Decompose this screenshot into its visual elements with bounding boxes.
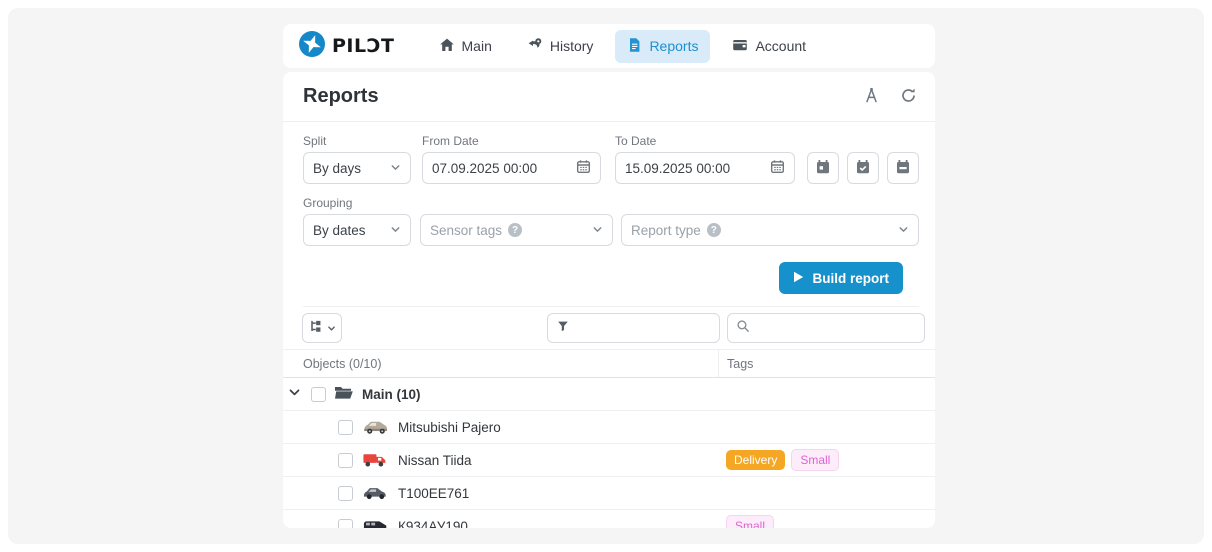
to-date-field: To Date — [615, 134, 795, 184]
row-checkbox[interactable] — [338, 519, 353, 529]
split-label: Split — [303, 134, 411, 148]
sensor-tags-select[interactable]: Sensor tags? — [420, 214, 613, 246]
tag-badge: Small — [791, 449, 839, 470]
objects-tree: Main (10) Mitsubishi Pajero Nissan Tiida… — [283, 378, 935, 528]
nav-item-account[interactable]: Account — [720, 30, 818, 63]
chevron-down-icon — [390, 161, 401, 176]
folder-label: Main (10) — [362, 387, 421, 402]
suv-vehicle-icon — [362, 419, 389, 435]
tags-column-header: Tags — [718, 350, 935, 377]
split-select[interactable]: By days — [303, 152, 411, 184]
report-type-placeholder: Report type — [631, 223, 701, 238]
objects-column-header: Objects (0/10) — [283, 357, 718, 371]
build-report-label: Build report — [813, 271, 890, 286]
to-date-label: To Date — [615, 134, 795, 148]
object-label: Mitsubishi Pajero — [398, 420, 501, 435]
report-type-select[interactable]: Report type? — [621, 214, 919, 246]
tree-hierarchy-icon — [309, 319, 324, 337]
play-icon — [793, 271, 804, 286]
table-row-object[interactable]: T100EE761 — [283, 477, 935, 510]
calendar-check-icon — [855, 159, 871, 178]
tools-button[interactable] — [863, 87, 880, 107]
filters-section: Split By days From Date To Date — [283, 122, 935, 307]
table-row-object[interactable]: Mitsubishi Pajero — [283, 411, 935, 444]
objects-table-header: Objects (0/10) Tags — [283, 350, 935, 378]
split-field: Split By days — [303, 134, 411, 184]
minivan-vehicle-icon — [362, 518, 389, 528]
object-label: К934АУ190 — [398, 519, 468, 529]
from-date-input[interactable] — [432, 161, 552, 176]
grouping-label: Grouping — [303, 196, 411, 210]
refresh-icon — [900, 87, 917, 107]
calendar-day-icon — [815, 159, 831, 178]
reports-panel: Reports Split By days From Date — [283, 72, 935, 528]
document-icon — [627, 37, 642, 56]
wallet-icon — [732, 37, 748, 56]
grouping-field: Grouping By dates — [303, 196, 411, 246]
build-report-button[interactable]: Build report — [779, 262, 904, 294]
calendar-check-button[interactable] — [847, 152, 879, 184]
nav-item-main[interactable]: Main — [427, 30, 504, 63]
brand-name: PILƆT — [332, 35, 395, 57]
table-row-folder-main[interactable]: Main (10) — [283, 378, 935, 411]
chevron-down-icon — [390, 223, 401, 238]
page-title: Reports — [303, 85, 379, 108]
to-date-input[interactable] — [625, 161, 745, 176]
question-badge-icon: ? — [508, 223, 522, 237]
grouping-value: By dates — [313, 223, 366, 238]
object-label: T100EE761 — [398, 486, 469, 501]
search-input[interactable] — [756, 321, 932, 336]
pilot-logo-star-icon — [299, 31, 325, 62]
nav-item-label: Main — [462, 38, 492, 54]
top-navbar: PILƆT Main History Reports Account — [283, 24, 935, 68]
calendar-icon[interactable] — [576, 159, 591, 177]
chevron-down-icon — [327, 321, 336, 336]
panel-header: Reports — [283, 72, 935, 122]
nav-item-reports[interactable]: Reports — [615, 30, 710, 63]
chevron-expand-icon[interactable] — [288, 386, 301, 402]
objects-toolbar: × × — [283, 307, 935, 350]
grouping-select[interactable]: By dates — [303, 214, 411, 246]
sedan-vehicle-icon — [362, 485, 389, 501]
nav-item-label: Reports — [649, 38, 698, 54]
table-row-object[interactable]: К934АУ190 Small — [283, 510, 935, 528]
question-badge-icon: ? — [707, 223, 721, 237]
split-value: By days — [313, 161, 361, 176]
history-pin-icon — [526, 37, 543, 56]
home-icon — [439, 37, 455, 56]
funnel-icon — [556, 319, 570, 338]
refresh-button[interactable] — [900, 87, 917, 107]
tag-badge: Delivery — [726, 450, 785, 469]
red-truck-vehicle-icon — [362, 452, 389, 468]
from-date-field: From Date — [422, 134, 601, 184]
tools-icon — [863, 87, 880, 107]
nav-item-label: History — [550, 38, 594, 54]
magnifier-icon — [736, 319, 750, 338]
from-date-label: From Date — [422, 134, 601, 148]
object-label: Nissan Tiida — [398, 453, 472, 468]
tag-filter-input[interactable] — [576, 321, 752, 336]
calendar-icon[interactable] — [770, 159, 785, 177]
nav-items: Main History Reports Account — [427, 30, 819, 63]
row-checkbox[interactable] — [338, 453, 353, 468]
quick-date-buttons — [807, 152, 919, 184]
nav-item-history[interactable]: History — [514, 30, 606, 63]
nav-item-label: Account — [755, 38, 806, 54]
chevron-down-icon — [592, 223, 603, 238]
row-checkbox[interactable] — [338, 486, 353, 501]
tree-view-button[interactable] — [302, 313, 342, 343]
calendar-range-button[interactable] — [887, 152, 919, 184]
table-row-object[interactable]: Nissan Tiida Delivery Small — [283, 444, 935, 477]
tag-badge: Small — [726, 515, 774, 528]
folder-open-icon — [334, 385, 354, 403]
chevron-down-icon — [898, 223, 909, 238]
search-box: × — [727, 313, 925, 343]
brand-logo[interactable]: PILƆT — [299, 31, 395, 62]
sensor-tags-placeholder: Sensor tags — [430, 223, 502, 238]
calendar-day-button[interactable] — [807, 152, 839, 184]
row-checkbox[interactable] — [338, 420, 353, 435]
row-checkbox[interactable] — [311, 387, 326, 402]
tag-filter-box: × — [547, 313, 720, 343]
calendar-range-icon — [895, 159, 911, 178]
